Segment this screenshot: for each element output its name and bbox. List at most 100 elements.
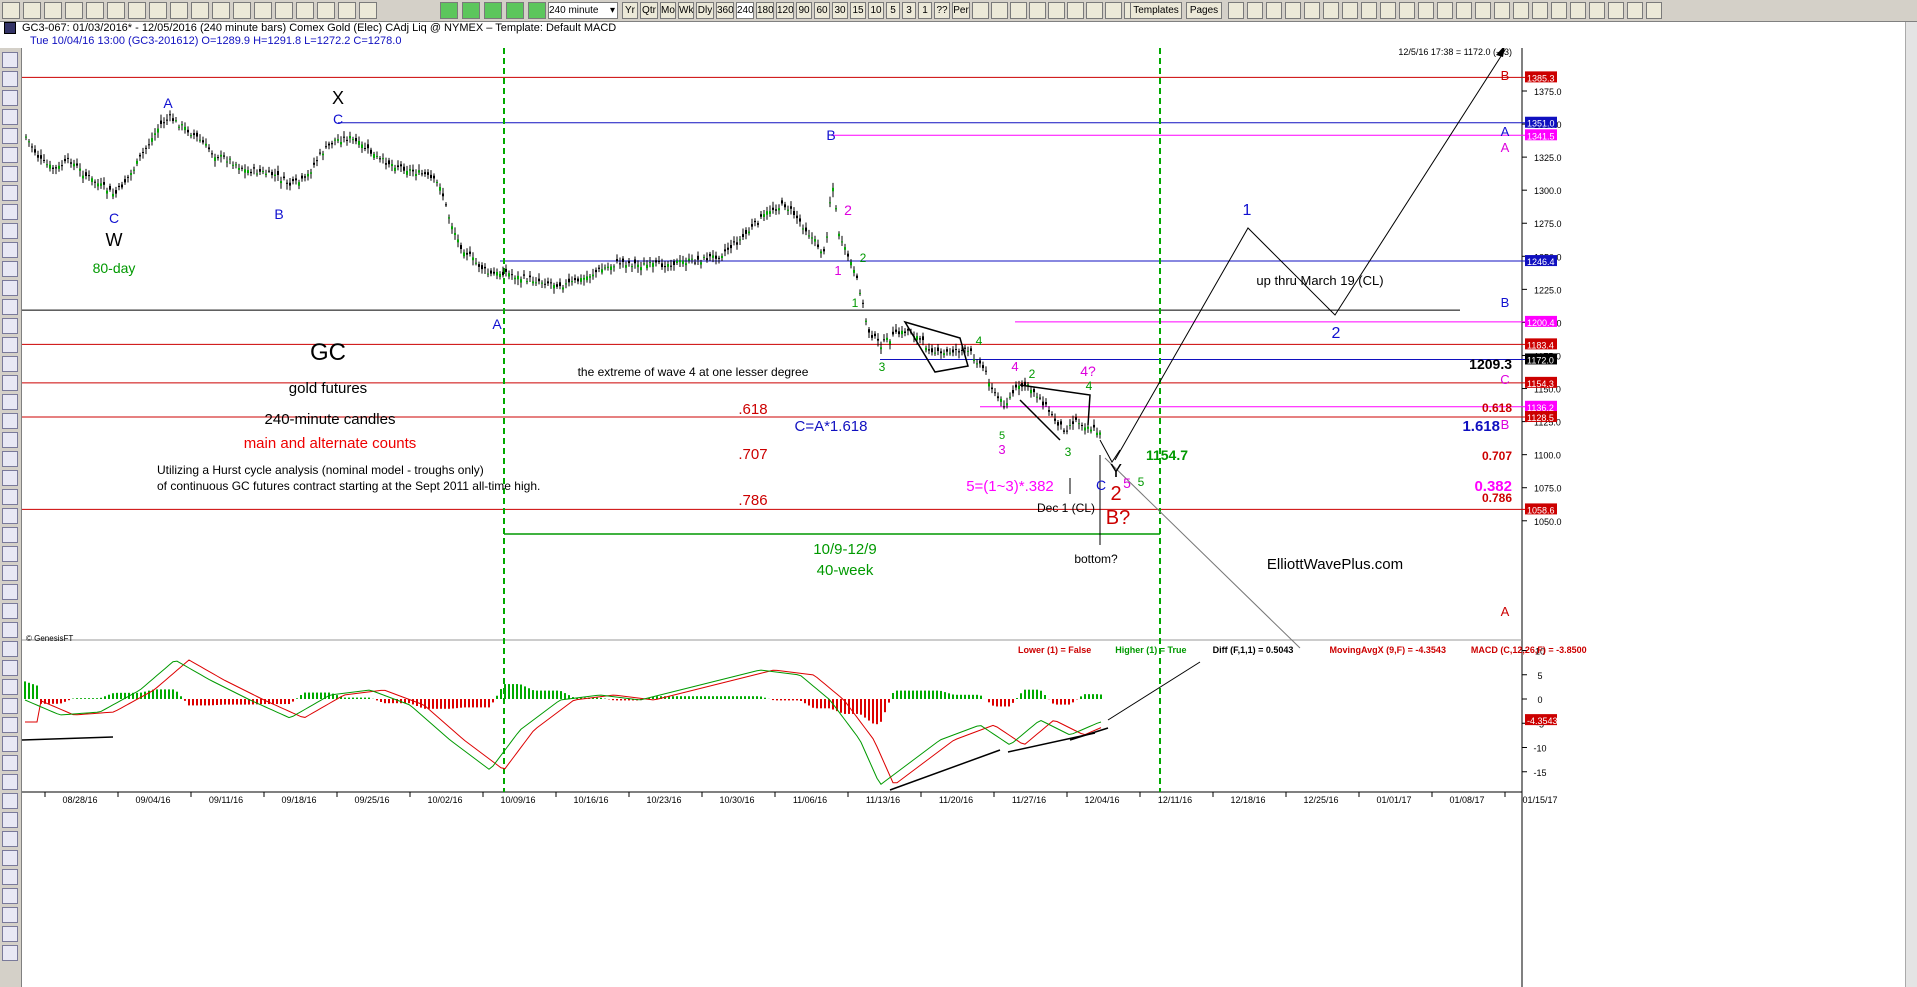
- hand-icon[interactable]: [1361, 2, 1377, 19]
- square-icon[interactable]: [2, 451, 18, 467]
- camera-icon[interactable]: [1475, 2, 1491, 19]
- period-button-qtr[interactable]: Qtr: [640, 2, 658, 19]
- new-chart-icon[interactable]: [2, 2, 20, 19]
- marker-icon[interactable]: [2, 413, 18, 429]
- line-tool-icon[interactable]: [2, 71, 18, 87]
- copy-icon[interactable]: [86, 2, 104, 19]
- ray-icon[interactable]: [2, 603, 18, 619]
- paste-icon[interactable]: [107, 2, 125, 19]
- zoom-tool-icon[interactable]: [2, 52, 18, 68]
- candle-icon[interactable]: [1048, 2, 1065, 19]
- period-button-5[interactable]: 5: [886, 2, 900, 19]
- stop-tool-icon[interactable]: [2, 90, 18, 106]
- period-button-120[interactable]: 120: [776, 2, 794, 19]
- delete-icon[interactable]: [2, 926, 18, 942]
- indicator-icon[interactable]: [440, 2, 458, 19]
- vline-icon[interactable]: [2, 698, 18, 714]
- circle-icon[interactable]: [2, 318, 18, 334]
- settings-icon[interactable]: [359, 2, 377, 19]
- bar-chart-icon[interactable]: [991, 2, 1008, 19]
- window-icon[interactable]: [1608, 2, 1624, 19]
- green-line-icon[interactable]: [506, 2, 524, 19]
- period-button-yr[interactable]: Yr: [622, 2, 638, 19]
- eraser-icon[interactable]: [2, 831, 18, 847]
- refresh-icon[interactable]: [317, 2, 335, 19]
- close-window-icon[interactable]: [1646, 2, 1662, 19]
- zoom-out-icon[interactable]: [1399, 2, 1415, 19]
- line-down-icon[interactable]: [2, 584, 18, 600]
- text-icon[interactable]: [2, 356, 18, 372]
- regression-icon[interactable]: [2, 660, 18, 676]
- box-icon[interactable]: [2, 527, 18, 543]
- text-tool-icon[interactable]: [1323, 2, 1339, 19]
- layout-icon[interactable]: [296, 2, 314, 19]
- period-button-240[interactable]: 240: [736, 2, 754, 19]
- fibonacci-icon[interactable]: [2, 166, 18, 182]
- crosshair-icon[interactable]: [1266, 2, 1282, 19]
- window-tile-icon[interactable]: [1627, 2, 1643, 19]
- period-button-3[interactable]: 3: [902, 2, 916, 19]
- globe-icon[interactable]: [1228, 2, 1244, 19]
- zoom-in-icon[interactable]: [1380, 2, 1396, 19]
- show-icon[interactable]: [2, 907, 18, 923]
- clock-icon[interactable]: [338, 2, 356, 19]
- extend-icon[interactable]: [2, 622, 18, 638]
- fork-icon[interactable]: [2, 546, 18, 562]
- fan-icon[interactable]: [2, 261, 18, 277]
- save-icon[interactable]: [44, 2, 62, 19]
- ladder-icon[interactable]: [233, 2, 251, 19]
- target-icon[interactable]: [2, 470, 18, 486]
- cycle-icon[interactable]: [2, 337, 18, 353]
- draw-line-icon[interactable]: [1532, 2, 1548, 19]
- green-chart-icon[interactable]: [462, 2, 480, 19]
- pitchfork-icon[interactable]: [2, 185, 18, 201]
- grid-tool-icon[interactable]: [2, 508, 18, 524]
- undo-tool-icon[interactable]: [1570, 2, 1586, 19]
- templates-button[interactable]: Templates: [1130, 2, 1182, 19]
- period-button-1[interactable]: 1: [918, 2, 932, 19]
- screen-icon[interactable]: [2, 147, 18, 163]
- renko-icon[interactable]: [1086, 2, 1103, 19]
- price-chart[interactable]: 12/5/16 17:38 = 1172.0 (-43)1375.01350.0…: [22, 48, 1904, 987]
- hline-icon[interactable]: [2, 679, 18, 695]
- cut-icon[interactable]: [128, 2, 146, 19]
- period-button-wk[interactable]: Wk: [678, 2, 694, 19]
- bracket-icon[interactable]: [2, 432, 18, 448]
- arrow-icon[interactable]: [2, 375, 18, 391]
- time-icon[interactable]: [2, 717, 18, 733]
- lock-icon[interactable]: [1418, 2, 1434, 19]
- print-icon[interactable]: [65, 2, 83, 19]
- period-button-per[interactable]: Per: [952, 2, 970, 19]
- lock-tool-icon[interactable]: [2, 945, 18, 961]
- gann-icon[interactable]: [2, 299, 18, 315]
- period-button-90[interactable]: 90: [796, 2, 812, 19]
- eye-icon[interactable]: [1437, 2, 1453, 19]
- ruler-tool-icon[interactable]: [1304, 2, 1320, 19]
- magnet-icon[interactable]: [1285, 2, 1301, 19]
- ruler-tool-icon[interactable]: [2, 109, 18, 125]
- hide-icon[interactable]: [2, 888, 18, 904]
- period-button-qq[interactable]: ??: [934, 2, 950, 19]
- pages-button[interactable]: Pages: [1186, 2, 1222, 19]
- arrow-tool-icon[interactable]: [1342, 2, 1358, 19]
- angle-icon[interactable]: [2, 774, 18, 790]
- point-figure-icon[interactable]: [1067, 2, 1084, 19]
- grid-icon[interactable]: [191, 2, 209, 19]
- redo-tool-icon[interactable]: [1589, 2, 1605, 19]
- cursor-icon[interactable]: [1247, 2, 1263, 19]
- help-icon[interactable]: [1494, 2, 1510, 19]
- channel-icon[interactable]: [2, 223, 18, 239]
- undo-icon[interactable]: [149, 2, 167, 19]
- kagi-icon[interactable]: [1105, 2, 1122, 19]
- line-up-icon[interactable]: [2, 565, 18, 581]
- green-bars-icon[interactable]: [484, 2, 502, 19]
- pencil-icon[interactable]: [2, 128, 18, 144]
- layers-icon[interactable]: [1456, 2, 1472, 19]
- period-button-360[interactable]: 360: [716, 2, 734, 19]
- interval-select[interactable]: 240 minute ▾: [548, 2, 618, 19]
- wedge-icon[interactable]: [2, 755, 18, 771]
- trendline-icon[interactable]: [2, 204, 18, 220]
- speed-icon[interactable]: [2, 641, 18, 657]
- period-button-180[interactable]: 180: [756, 2, 774, 19]
- hlc-icon[interactable]: [1029, 2, 1046, 19]
